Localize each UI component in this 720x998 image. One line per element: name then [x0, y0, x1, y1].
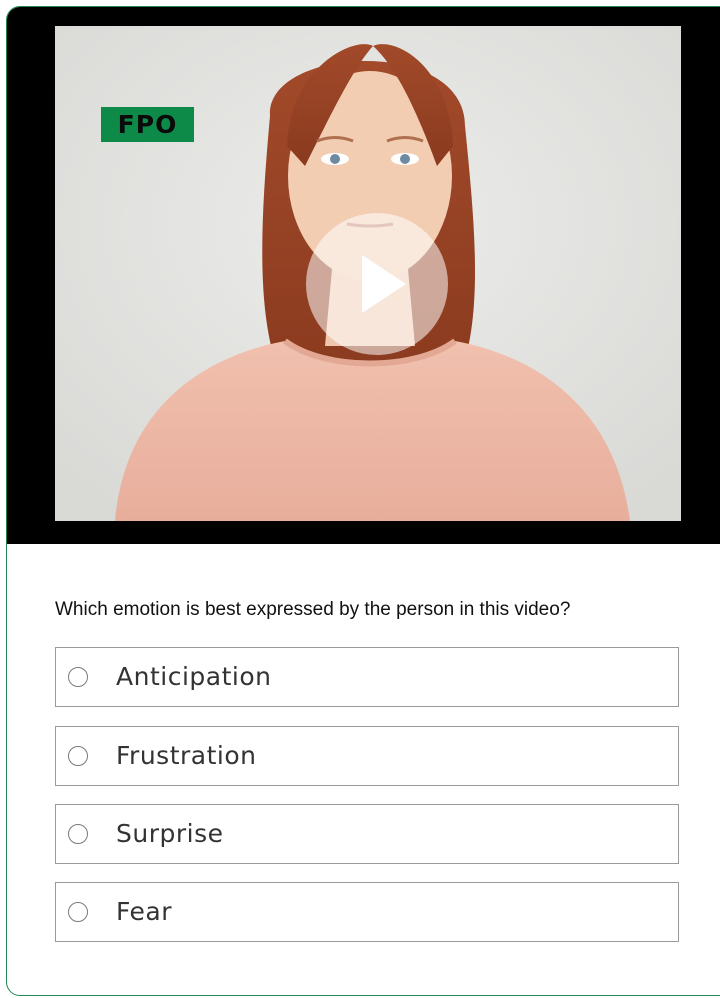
option-frustration[interactable]: Frustration: [55, 726, 679, 786]
radio-button[interactable]: [68, 824, 88, 844]
option-label: Frustration: [116, 741, 257, 770]
play-button[interactable]: [306, 213, 448, 355]
radio-button[interactable]: [68, 667, 88, 687]
option-anticipation[interactable]: Anticipation: [55, 647, 679, 707]
play-icon: [362, 255, 406, 313]
option-label: Anticipation: [116, 662, 272, 691]
question-text: Which emotion is best expressed by the p…: [55, 599, 571, 620]
video-thumbnail[interactable]: FPO: [55, 26, 681, 521]
video-player[interactable]: FPO: [7, 7, 720, 544]
option-surprise[interactable]: Surprise: [55, 804, 679, 864]
option-label: Fear: [116, 897, 172, 926]
option-fear[interactable]: Fear: [55, 882, 679, 942]
fpo-badge: FPO: [101, 107, 194, 142]
quiz-card: FPO Which emotion is best expressed by t…: [6, 6, 720, 996]
radio-button[interactable]: [68, 746, 88, 766]
radio-button[interactable]: [68, 902, 88, 922]
option-label: Surprise: [116, 819, 224, 848]
